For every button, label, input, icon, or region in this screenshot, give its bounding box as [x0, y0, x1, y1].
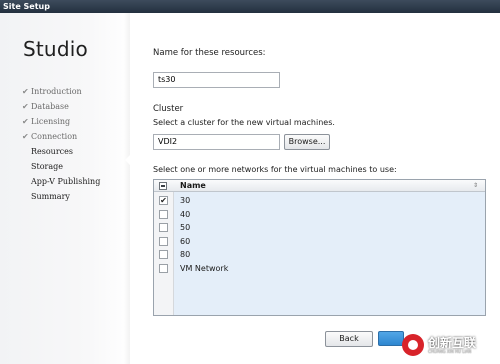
- network-checkbox[interactable]: [159, 263, 168, 273]
- network-name: VM Network: [180, 263, 229, 273]
- wizard-step-label: Storage: [31, 162, 63, 171]
- wizard-step-label: Licensing: [31, 117, 71, 126]
- wizard-step-label: Resources: [31, 147, 73, 156]
- list-header: Name ⇕: [154, 180, 485, 192]
- cluster-input[interactable]: VDI2: [153, 134, 280, 150]
- wizard-step-label: Introduction: [31, 87, 82, 96]
- table-row[interactable]: 40: [154, 208, 485, 222]
- name-column-header[interactable]: Name: [180, 180, 206, 192]
- network-name: 80: [180, 250, 191, 259]
- checkmark-icon: ✔: [22, 132, 29, 141]
- wizard-step-label: Connection: [31, 132, 78, 141]
- current-step-pointer: [125, 154, 131, 166]
- networks-list[interactable]: Name ⇕ ✔ 30 40 50 60 80 VM Network: [153, 179, 486, 316]
- networks-label: Select one or more networks for the virt…: [153, 165, 397, 174]
- wizard-step-label: App-V Publishing: [31, 177, 101, 186]
- wizard-step-resources: Resources: [22, 144, 100, 159]
- network-name: 50: [180, 223, 191, 232]
- cluster-heading: Cluster: [153, 104, 184, 114]
- wizard-step-connection[interactable]: ✔ Connection: [22, 129, 100, 144]
- name-label: Name for these resources:: [153, 48, 266, 58]
- window-title: Site Setup: [0, 0, 500, 13]
- network-name: 40: [180, 209, 191, 219]
- checkmark-icon: ✔: [22, 102, 29, 111]
- wizard-steps: ✔ Introduction ✔ Database ✔ Licensing ✔ Connect…: [22, 84, 100, 204]
- table-row[interactable]: ✔ 30: [154, 194, 485, 208]
- wizard-step-app-v-publishing: App-V Publishing: [22, 174, 100, 189]
- checkmark-icon: ✔: [22, 87, 29, 96]
- sidebar-heading: Studio: [23, 37, 88, 61]
- network-checkbox-checked[interactable]: ✔: [159, 196, 168, 205]
- network-name: 60: [180, 236, 191, 246]
- table-row[interactable]: 80: [154, 248, 485, 262]
- network-checkbox[interactable]: [159, 223, 168, 232]
- panel-shade: [124, 13, 130, 364]
- wizard-step-summary: Summary: [22, 189, 100, 204]
- wizard-step-licensing[interactable]: ✔ Licensing: [22, 114, 100, 129]
- wizard-step-storage: Storage: [22, 159, 100, 174]
- watermark-logo: 创新互联 CHUANG XIN HU LIAN: [402, 331, 500, 361]
- network-checkbox[interactable]: [159, 250, 168, 259]
- select-all-checkbox[interactable]: [159, 182, 167, 190]
- cluster-description: Select a cluster for the new virtual mac…: [153, 118, 335, 127]
- table-row[interactable]: 60: [154, 235, 485, 249]
- next-button[interactable]: [378, 331, 404, 346]
- sort-icon[interactable]: ⇕: [473, 180, 478, 192]
- wizard-step-introduction[interactable]: ✔ Introduction: [22, 84, 100, 99]
- browse-button[interactable]: Browse...: [284, 134, 330, 150]
- wizard-step-label: Database: [31, 102, 69, 111]
- wizard-step-database[interactable]: ✔ Database: [22, 99, 100, 114]
- network-checkbox[interactable]: [159, 236, 168, 246]
- back-button[interactable]: Back: [325, 331, 373, 347]
- name-input[interactable]: ts30: [153, 72, 280, 88]
- checkmark-icon: ✔: [22, 117, 29, 126]
- table-row[interactable]: VM Network: [154, 262, 485, 276]
- watermark-logo-icon: [402, 334, 424, 356]
- network-checkbox[interactable]: [159, 209, 168, 219]
- wizard-step-label: Summary: [31, 192, 70, 201]
- network-name: 30: [180, 196, 191, 205]
- watermark-subtext: CHUANG XIN HU LIAN: [428, 349, 472, 354]
- table-row[interactable]: 50: [154, 221, 485, 235]
